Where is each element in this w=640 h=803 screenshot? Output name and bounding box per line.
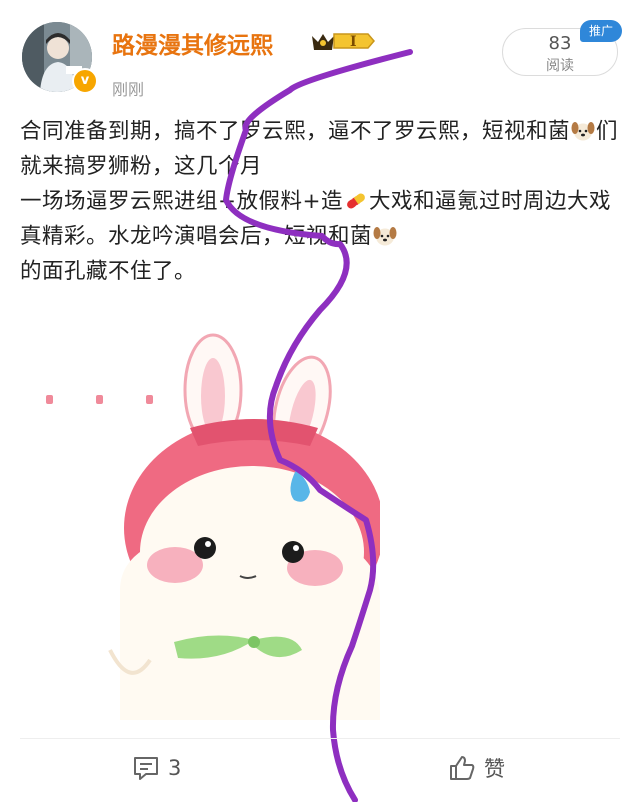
post-content: 合同准备到期，搞不了罗云熙，逼不了罗云熙，短视和菌 们就来搞罗狮粉，这几个月 一场… (20, 114, 624, 289)
comment-button[interactable]: 3 (132, 753, 181, 783)
comment-count: 3 (168, 756, 182, 780)
content-line1: 合同准备到期，搞不了罗云熙，逼不了罗云熙，短视和菌 (20, 119, 571, 144)
like-label: 赞 (484, 757, 505, 781)
dog-face-emoji (373, 227, 397, 246)
pill-emoji (347, 193, 365, 209)
post-footer: 3 赞 (20, 738, 620, 803)
vip-crown-badge[interactable]: I (310, 26, 376, 56)
content-line3a: 一场场逼罗云熙进组+放假料+造 (20, 189, 344, 214)
promo-badge: 推广 (580, 20, 622, 42)
dog-face-emoji (571, 122, 595, 141)
post-time: 刚刚 (112, 80, 145, 99)
vip-level: I (350, 34, 357, 50)
post-header: v 路漫漫其修远熙 I 刚刚 83 阅读 推广 (0, 0, 640, 110)
thumbs-up-icon (450, 756, 475, 780)
content-line4: 的面孔藏不住了。 (20, 259, 197, 284)
read-label: 阅读 (546, 58, 574, 74)
comment-icon (134, 757, 158, 780)
verified-badge: v (72, 68, 98, 94)
username[interactable]: 路漫漫其修远熙 (112, 26, 273, 60)
bunny-sticker[interactable] (40, 330, 380, 720)
like-button[interactable]: 赞 (448, 753, 505, 783)
